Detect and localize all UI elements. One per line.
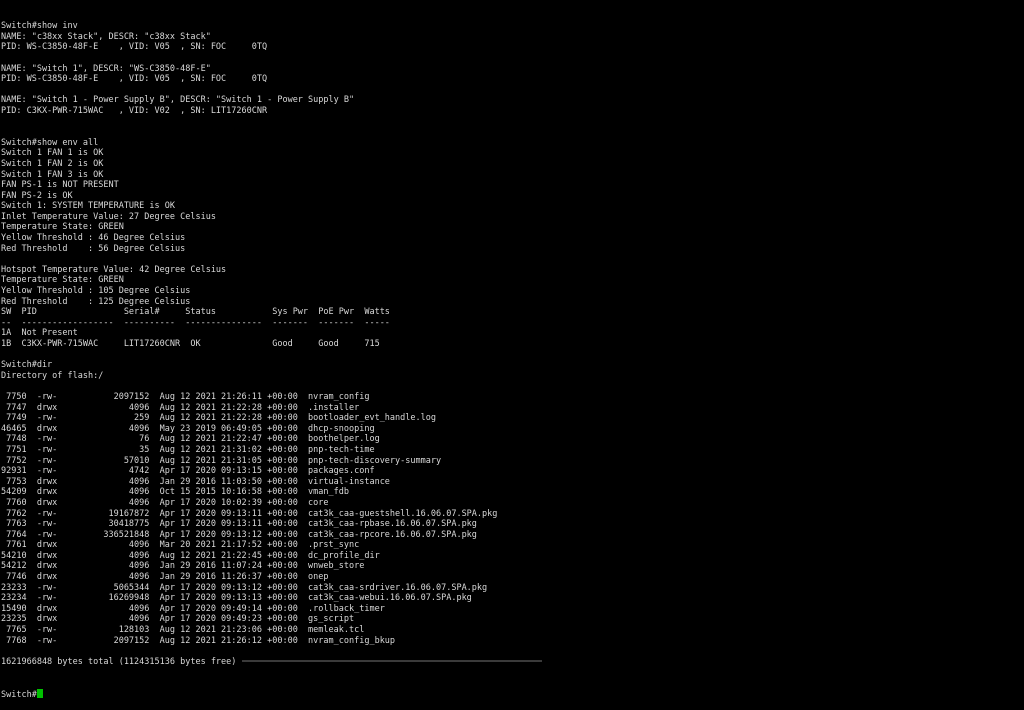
terminal-line: 1621966848 bytes total (1124315136 bytes…: [1, 656, 237, 667]
terminal-line: -- ------------------ ---------- -------…: [1, 317, 390, 328]
terminal-line: 7763 -rw- 30418775 Apr 17 2020 09:13:11 …: [1, 519, 477, 530]
terminal-line: 7751 -rw- 35 Aug 12 2021 21:31:02 +00:00…: [1, 444, 375, 455]
terminal-line: Switch#dir: [1, 360, 53, 371]
terminal-line: 7749 -rw- 259 Aug 12 2021 21:22:28 +00:0…: [1, 413, 436, 424]
terminal-output: Switch#show inv NAME: "c38xx Stack", DESC…: [1, 21, 1021, 667]
terminal-line: Red Threshold : 56 Degree Celsius: [1, 243, 186, 254]
terminal-line: 7765 -rw- 128103 Aug 12 2021 21:23:06 +0…: [1, 625, 365, 636]
terminal-line: 7752 -rw- 57010 Aug 12 2021 21:31:05 +00…: [1, 455, 442, 466]
terminal-line: 54209 drwx 4096 Oct 15 2015 10:16:58 +00…: [1, 487, 349, 498]
terminal-line: PID: WS-C3850-48F-E , VID: V05 , SN: FOC…: [1, 74, 268, 85]
terminal-line: 7746 drwx 4096 Jan 29 2016 11:26:37 +00:…: [1, 572, 329, 583]
terminal-window[interactable]: Switch#show inv NAME: "c38xx Stack", DESC…: [1, 0, 1021, 699]
terminal-line: SW PID Serial# Status Sys Pwr PoE Pwr Wa…: [1, 307, 390, 318]
terminal-line: 92931 -rw- 4742 Apr 17 2020 09:13:15 +00…: [1, 466, 375, 477]
terminal-line: 54212 drwx 4096 Jan 29 2016 11:07:24 +00…: [1, 561, 365, 572]
terminal-line: Red Threshold : 125 Degree Celsius: [1, 296, 191, 307]
terminal-prompt: Switch#: [1, 689, 37, 700]
terminal-line: 7768 -rw- 2097152 Aug 12 2021 21:26:12 +…: [1, 635, 396, 646]
terminal-line: 7764 -rw- 336521848 Apr 17 2020 09:13:12…: [1, 529, 477, 540]
terminal-line: Switch#show env all: [1, 137, 99, 148]
terminal-line: Yellow Threshold : 105 Degree Celsius: [1, 286, 191, 297]
terminal-line: 7748 -rw- 76 Aug 12 2021 21:22:47 +00:00…: [1, 434, 380, 445]
terminal-line: 1B C3KX-PWR-715WAC LIT17260CNR OK Good G…: [1, 339, 380, 349]
terminal-line: FAN PS-1 is NOT PRESENT: [1, 180, 119, 191]
terminal-line: NAME: "Switch 1 - Power Supply B", DESCR…: [1, 95, 355, 106]
terminal-line: 7747 drwx 4096 Aug 12 2021 21:22:28 +00:…: [1, 402, 360, 413]
terminal-line: Directory of flash:/: [1, 370, 104, 381]
terminal-line: 1A Not Present: [1, 328, 78, 339]
terminal-prompt-line[interactable]: Switch#: [1, 688, 1021, 700]
terminal-line: NAME: "Switch 1", DESCR: "WS-C3850-48F-E…: [1, 63, 211, 74]
terminal-line: Yellow Threshold : 46 Degree Celsius: [1, 233, 186, 244]
terminal-line: 23235 drwx 4096 Apr 17 2020 09:49:23 +00…: [1, 614, 355, 625]
terminal-line: PID: C3KX-PWR-715WAC , VID: V02 , SN: LI…: [1, 105, 268, 116]
terminal-line: 23233 -rw- 5065344 Apr 17 2020 09:13:12 …: [1, 582, 488, 593]
terminal-line: Switch 1 FAN 3 is OK: [1, 169, 104, 180]
terminal-line: 46465 drwx 4096 May 23 2019 06:49:05 +00…: [1, 423, 375, 434]
terminal-line: Hotspot Temperature Value: 42 Degree Cel…: [1, 264, 227, 275]
terminal-line: PID: WS-C3850-48F-E , VID: V05 , SN: FOC…: [1, 42, 268, 53]
terminal-line: 7753 drwx 4096 Jan 29 2016 11:03:50 +00:…: [1, 476, 390, 487]
terminal-line: Temperature State: GREEN: [1, 222, 124, 233]
terminal-line: 7761 drwx 4096 Mar 20 2021 21:17:52 +00:…: [1, 540, 360, 551]
terminal-line: 7750 -rw- 2097152 Aug 12 2021 21:26:11 +…: [1, 391, 370, 402]
terminal-line: Switch 1: SYSTEM TEMPERATURE is OK: [1, 201, 175, 212]
terminal-line: Temperature State: GREEN: [1, 275, 124, 286]
terminal-line: 23234 -rw- 16269948 Apr 17 2020 09:13:13…: [1, 593, 472, 604]
terminal-line: Switch#show inv: [1, 21, 78, 32]
terminal-line: FAN PS-2 is OK: [1, 190, 73, 201]
terminal-line: 7760 drwx 4096 Apr 17 2020 10:02:39 +00:…: [1, 497, 329, 508]
terminal-cursor: [36, 688, 43, 698]
terminal-line: NAME: "c38xx Stack", DESCR: "c38xx Stack…: [1, 31, 211, 42]
terminal-line: 54210 drwx 4096 Aug 12 2021 21:22:45 +00…: [1, 550, 380, 561]
terminal-line: 7762 -rw- 19167872 Apr 17 2020 09:13:11 …: [1, 508, 498, 519]
terminal-line: Inlet Temperature Value: 27 Degree Celsi…: [1, 211, 216, 222]
terminal-line: Switch 1 FAN 1 is OK: [1, 148, 104, 159]
terminal-line: Switch 1 FAN 2 is OK: [1, 158, 104, 169]
terminal-line: 15490 drwx 4096 Apr 17 2020 09:49:14 +00…: [1, 603, 385, 614]
